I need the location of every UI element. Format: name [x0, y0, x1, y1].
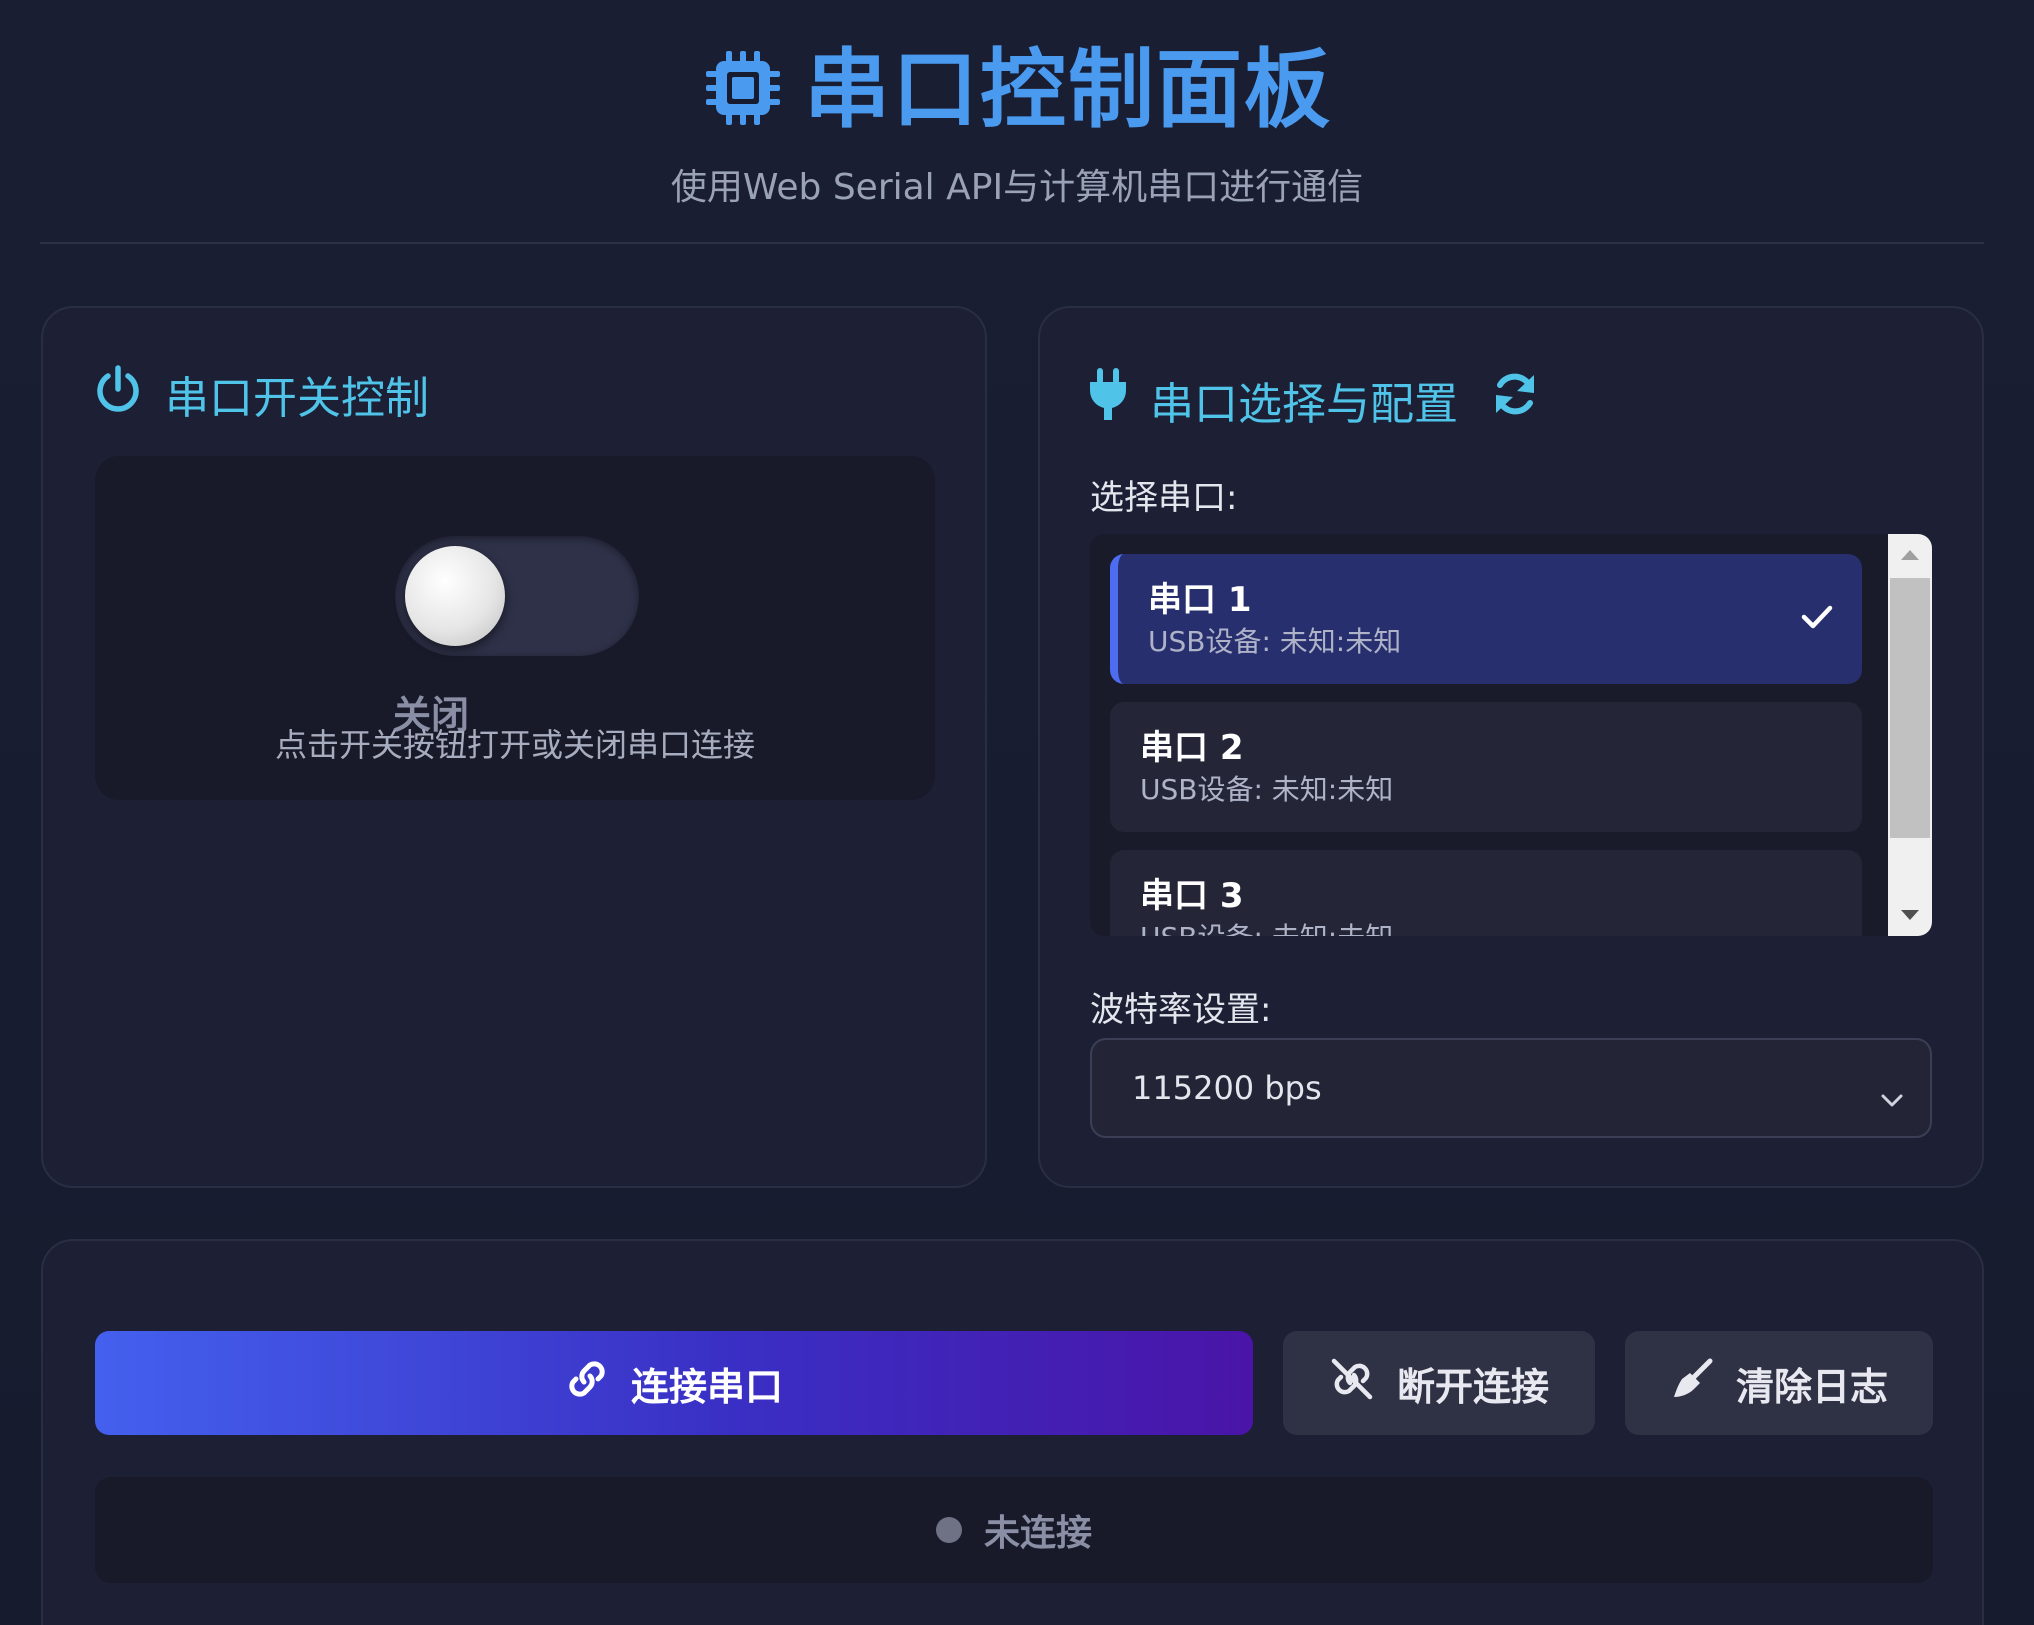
- header-divider: [40, 242, 1984, 244]
- cpu-chip-icon: [702, 47, 784, 133]
- switch-card-title-text: 串口开关控制: [165, 373, 429, 424]
- disconnect-button[interactable]: 断开连接: [1283, 1331, 1595, 1435]
- scroll-thumb[interactable]: [1890, 578, 1930, 838]
- connect-button-label: 连接串口: [630, 1364, 783, 1409]
- switch-hint: 点击开关按钮打开或关闭串口连接: [274, 726, 755, 764]
- serial-toggle-switch[interactable]: [395, 536, 639, 656]
- plug-icon: [1088, 366, 1128, 433]
- unlink-icon: [1329, 1356, 1375, 1411]
- clear-log-button-label: 清除日志: [1735, 1364, 1888, 1409]
- port-desc: USB设备: 未知:未知: [1140, 918, 1832, 936]
- baud-rate-label: 波特率设置:: [1090, 990, 1272, 1030]
- actions-card: 连接串口 断开连接 清除日志 未连接: [41, 1239, 1984, 1625]
- check-icon: [1800, 602, 1834, 636]
- port-name: 串口 3: [1140, 876, 1244, 916]
- port-card-title: 串口选择与配置: [1088, 366, 1540, 433]
- select-port-label: 选择串口:: [1090, 478, 1238, 518]
- status-dot: [935, 1517, 962, 1543]
- page-subtitle: 使用Web Serial API与计算机串口进行通信: [670, 167, 1364, 208]
- disconnect-button-label: 断开连接: [1396, 1364, 1549, 1409]
- title-row: 串口控制面板: [0, 42, 2034, 138]
- port-list-scrollbar[interactable]: [1888, 534, 1932, 936]
- port-config-card: 串口选择与配置 选择串口: 串口 1 USB设备: 未知:未知 串口 2 USB…: [1038, 306, 1984, 1188]
- baud-rate-value: 115200 bps: [1132, 1069, 1322, 1107]
- power-icon: [93, 364, 143, 425]
- port-name: 串口 2: [1140, 728, 1244, 768]
- baud-rate-select[interactable]: 115200 bps: [1090, 1038, 1932, 1138]
- broom-icon: [1670, 1357, 1714, 1410]
- refresh-icon[interactable]: [1490, 369, 1540, 430]
- port-item-3[interactable]: 串口 3 USB设备: 未知:未知: [1110, 850, 1862, 936]
- clear-log-button[interactable]: 清除日志: [1625, 1331, 1933, 1435]
- scroll-down-arrow-icon[interactable]: [1888, 894, 1932, 936]
- link-icon: [565, 1357, 609, 1410]
- page-title: 串口控制面板: [804, 40, 1332, 140]
- port-name: 串口 1: [1148, 580, 1252, 620]
- status-text: 未连接: [983, 1513, 1092, 1554]
- connection-status-bar: 未连接: [95, 1477, 1933, 1583]
- port-item-1[interactable]: 串口 1 USB设备: 未知:未知: [1110, 554, 1862, 684]
- switch-control-card: 串口开关控制 关闭 点击开关按钮打开或关闭串口连接: [41, 306, 987, 1188]
- connect-button[interactable]: 连接串口: [95, 1331, 1253, 1435]
- scroll-up-arrow-icon[interactable]: [1888, 534, 1932, 576]
- port-list[interactable]: 串口 1 USB设备: 未知:未知 串口 2 USB设备: 未知:未知 串口 3…: [1090, 534, 1932, 936]
- port-item-2[interactable]: 串口 2 USB设备: 未知:未知: [1110, 702, 1862, 832]
- port-desc: USB设备: 未知:未知: [1148, 625, 1402, 658]
- port-card-title-text: 串口选择与配置: [1150, 378, 1458, 430]
- toggle-knob[interactable]: [405, 546, 505, 646]
- switch-panel: 关闭 点击开关按钮打开或关闭串口连接: [95, 456, 935, 800]
- port-desc: USB设备: 未知:未知: [1140, 773, 1394, 806]
- chevron-down-icon: [1880, 1078, 1904, 1116]
- switch-card-title: 串口开关控制: [93, 362, 429, 426]
